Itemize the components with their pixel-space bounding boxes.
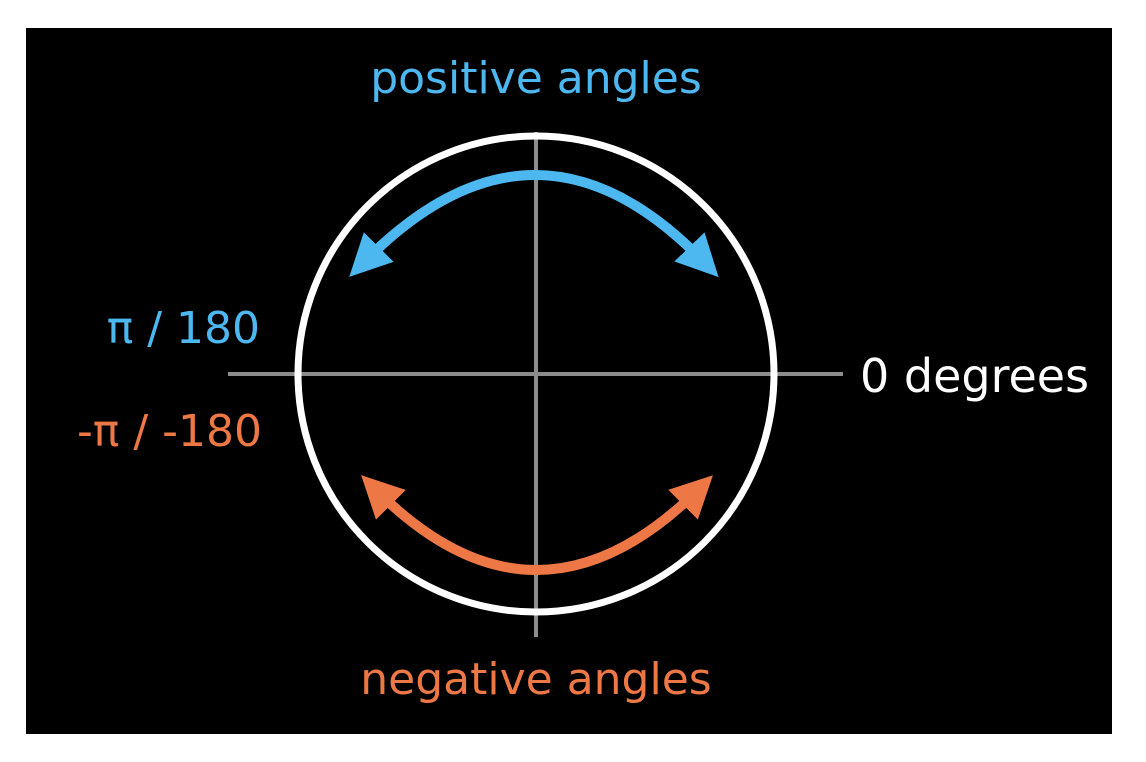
zero-degrees-label: 0 degrees (860, 349, 1089, 403)
page: positive angles negative angles 0 degree… (0, 0, 1146, 762)
pi-positive-label: π / 180 (107, 303, 260, 354)
negative-angles-label: negative angles (360, 654, 711, 705)
pi-negative-label: -π / -180 (77, 406, 262, 457)
positive-angles-label: positive angles (370, 53, 702, 104)
angle-diagram: positive angles negative angles 0 degree… (77, 53, 1089, 705)
